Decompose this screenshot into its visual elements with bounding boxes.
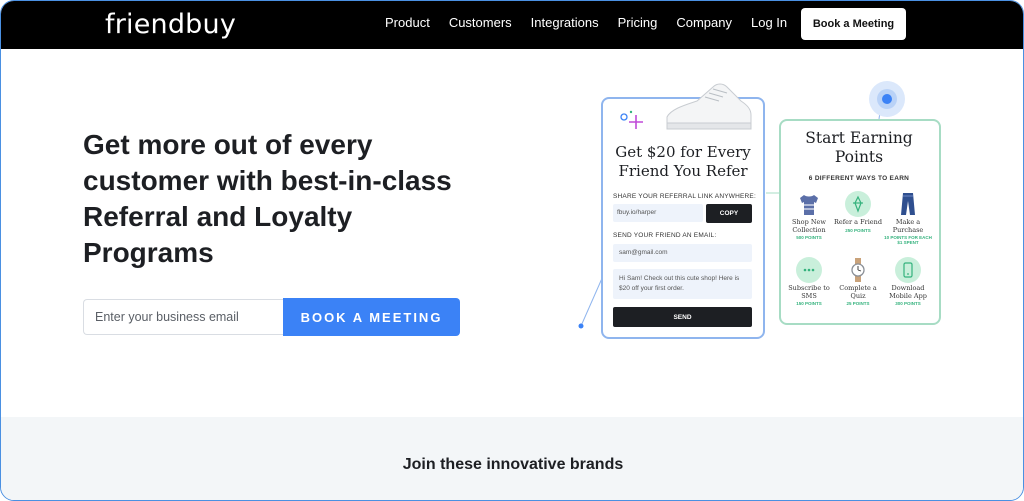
friendbuy-logo[interactable]: friendbuy <box>105 9 236 40</box>
earn-way-points: 300 POINTS <box>895 301 921 306</box>
loyalty-card-title: Start Earning Points <box>805 129 913 166</box>
gift-icon <box>845 191 871 217</box>
nav-link-login[interactable]: Log In <box>751 15 787 30</box>
referral-card-title: Get $20 for Every Friend You Refer <box>615 143 751 180</box>
referral-message-field[interactable]: Hi Sam! Check out this cute shop! Here i… <box>613 269 752 299</box>
earn-way-label: Download Mobile App <box>889 284 927 300</box>
tshirt-icon <box>796 191 822 217</box>
earn-way-sms[interactable]: Subscribe to SMS 150 POINTS <box>785 257 833 306</box>
earn-way-refer[interactable]: Refer a Friend 250 POINTS <box>834 191 882 233</box>
nav-link-product[interactable]: Product <box>385 15 430 30</box>
copy-link-button[interactable]: COPY <box>706 204 752 223</box>
jeans-icon <box>895 191 921 217</box>
earn-way-label: Shop New Collection <box>792 218 826 234</box>
top-navigation: friendbuy Product Customers Integrations… <box>1 1 1023 49</box>
earn-way-label: Make a Purchase <box>892 218 924 234</box>
page-frame: friendbuy Product Customers Integrations… <box>0 0 1024 501</box>
earn-way-label: Subscribe to SMS <box>788 284 830 300</box>
earn-way-app[interactable]: Download Mobile App 300 POINTS <box>884 257 932 306</box>
loyalty-card-subtitle: 6 DIFFERENT WAYS TO EARN <box>808 175 910 182</box>
earn-way-points: 10 POINTS FOR EACH $1 SPENT <box>884 235 932 245</box>
watch-icon <box>845 257 871 283</box>
earn-way-points: 500 POINTS <box>796 235 822 240</box>
sneaker-icon <box>666 83 752 130</box>
earn-way-points: 25 POINTS <box>846 301 870 306</box>
book-meeting-nav-button[interactable]: Book a Meeting <box>801 8 906 40</box>
brands-title: Join these innovative brands <box>402 456 624 473</box>
nav-links: Product Customers Integrations Pricing C… <box>385 15 806 30</box>
earn-way-shop[interactable]: Shop New Collection 500 POINTS <box>785 191 833 240</box>
business-email-input[interactable] <box>83 299 283 335</box>
earn-way-label: Refer a Friend <box>834 218 882 226</box>
share-link-label: SHARE YOUR REFERRAL LINK ANYWHERE: <box>613 193 756 200</box>
hero-headline: Get more out of every customer with best… <box>83 129 452 268</box>
nav-link-company[interactable]: Company <box>676 15 732 30</box>
phone-icon <box>895 257 921 283</box>
book-meeting-button[interactable]: BOOK A MEETING <box>283 298 460 336</box>
referral-link-field[interactable]: fbuy.io/harper <box>613 204 703 222</box>
nav-link-pricing[interactable]: Pricing <box>618 15 658 30</box>
earn-way-purchase[interactable]: Make a Purchase 10 POINTS FOR EACH $1 SP… <box>884 191 932 245</box>
nav-link-integrations[interactable]: Integrations <box>531 15 599 30</box>
earn-way-points: 150 POINTS <box>796 301 822 306</box>
sparkle-icon <box>620 110 643 129</box>
earn-way-points: 250 POINTS <box>845 227 871 233</box>
send-email-label: SEND YOUR FRIEND AN EMAIL: <box>613 232 717 239</box>
chat-icon <box>796 257 822 283</box>
pulse-dot-icon <box>882 94 892 104</box>
send-referral-button[interactable]: SEND <box>613 307 752 327</box>
earn-way-label: Complete a Quiz <box>839 284 877 300</box>
earn-way-quiz[interactable]: Complete a Quiz 25 POINTS <box>834 257 882 306</box>
nav-link-customers[interactable]: Customers <box>449 15 512 30</box>
friend-email-field[interactable]: sam@gmail.com <box>613 244 752 262</box>
